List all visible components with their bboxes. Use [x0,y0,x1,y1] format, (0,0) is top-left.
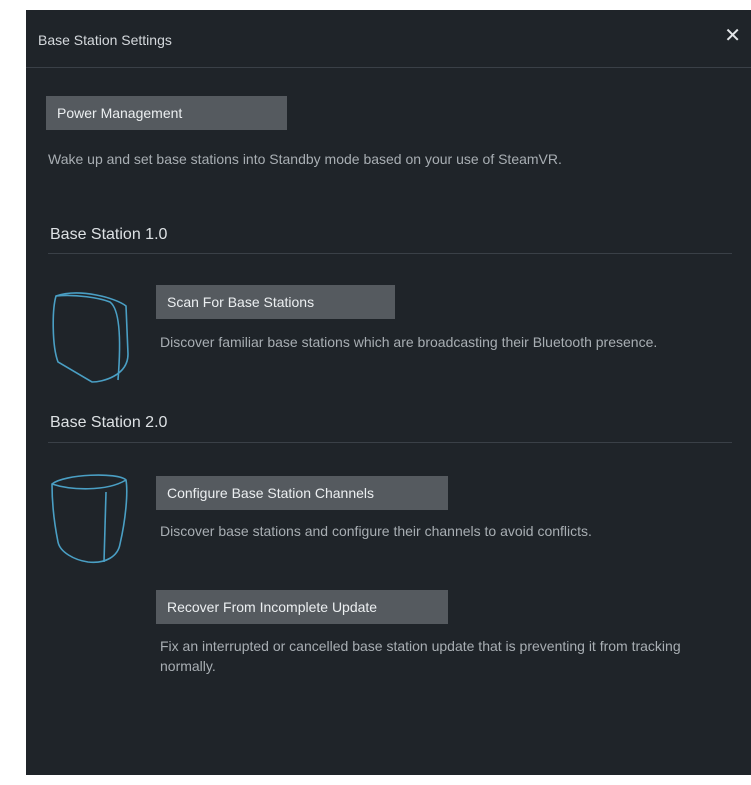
base-station-1-icon [52,292,129,383]
scan-description: Discover familiar base stations which ar… [160,334,658,350]
section-divider [48,253,732,254]
close-icon[interactable]: ✕ [724,26,741,46]
configure-base-station-channels-button[interactable]: Configure Base Station Channels [156,476,448,510]
dialog-titlebar: Base Station Settings ✕ [26,10,751,68]
base-station-1-heading: Base Station 1.0 [50,226,168,243]
dialog-title: Base Station Settings [38,32,172,48]
base-station-settings-dialog: Base Station Settings ✕ Power Management… [26,10,751,775]
section-divider [48,442,732,443]
recover-from-incomplete-update-button[interactable]: Recover From Incomplete Update [156,590,448,624]
base-station-2-heading: Base Station 2.0 [50,414,168,431]
recover-description: Fix an interrupted or cancelled base sta… [160,638,681,674]
power-management-button[interactable]: Power Management [46,96,287,130]
base-station-2-icon [51,474,128,564]
configure-description: Discover base stations and configure the… [160,523,592,539]
scan-for-base-stations-button[interactable]: Scan For Base Stations [156,285,395,319]
power-management-description: Wake up and set base stations into Stand… [48,151,562,167]
